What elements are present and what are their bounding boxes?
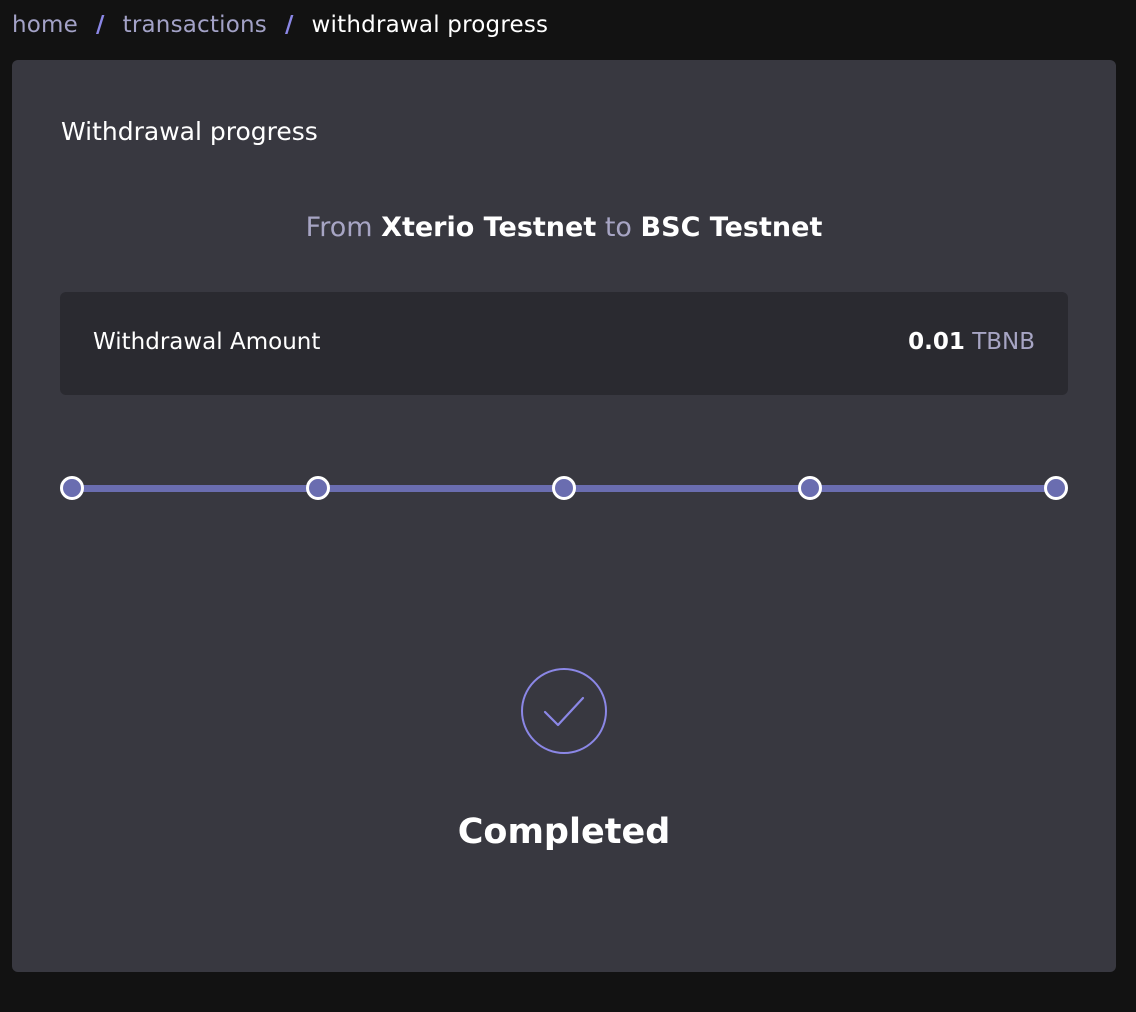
breadcrumb-separator: / [96,12,105,38]
route-from-network: Xterio Testnet [381,212,597,243]
breadcrumb-home-link[interactable]: home [12,12,78,38]
breadcrumb-separator: / [284,12,294,38]
status-completed-text: Completed [457,812,671,852]
breadcrumb-transactions-link[interactable]: transactions [123,12,267,38]
card-title: Withdrawal progress [61,117,318,146]
amount-number: 0.01 [908,329,965,355]
progress-step-dot [552,476,576,500]
breadcrumb-current-page: withdrawal progress [311,12,549,38]
checkmark-circle-icon [521,668,607,754]
amount-unit: TBNB [972,329,1035,355]
progress-step-dot [306,476,330,500]
route-to-network: BSC Testnet [640,212,823,243]
withdrawal-amount-value: 0.01 TBNB [908,329,1035,355]
progress-step-dot [1044,476,1068,500]
withdrawal-amount-label: Withdrawal Amount [93,329,321,355]
progress-stepper [60,476,1068,500]
withdrawal-progress-card: Withdrawal progress From Xterio Testnet … [12,60,1116,972]
breadcrumb: home / transactions / withdrawal progres… [12,10,548,40]
progress-step-dot [60,476,84,500]
route-to-label: to [604,212,632,243]
network-route: From Xterio Testnet to BSC Testnet [12,212,1116,243]
withdrawal-amount-panel: Withdrawal Amount 0.01 TBNB [60,292,1068,395]
route-from-label: From [305,212,373,243]
progress-step-dot [798,476,822,500]
